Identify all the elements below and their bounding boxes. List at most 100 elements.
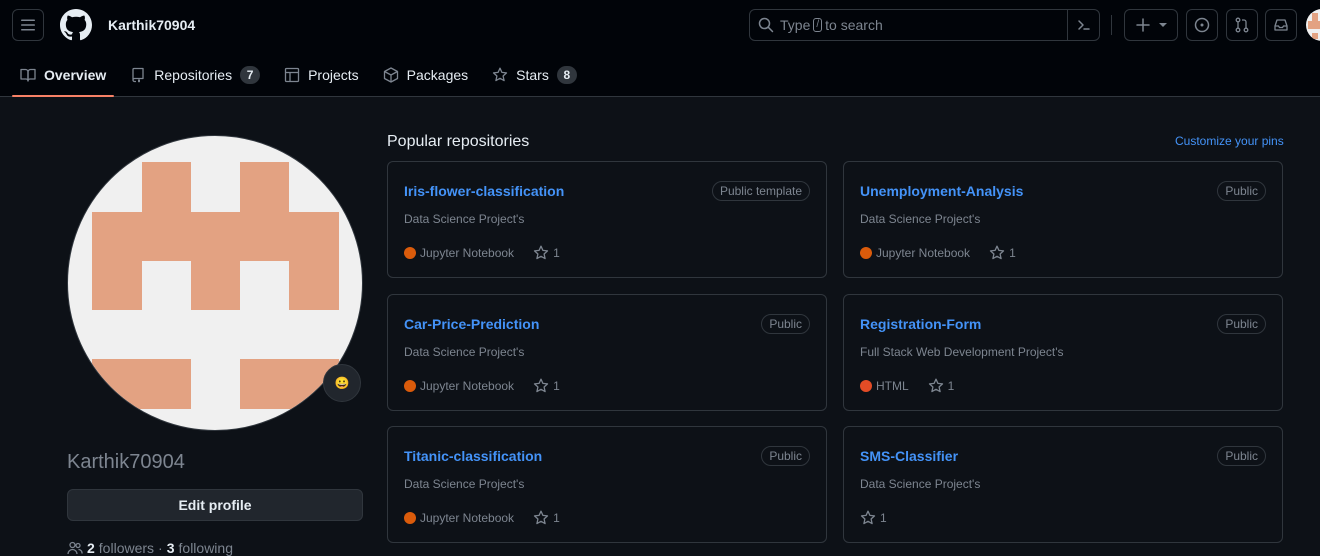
menu-icon xyxy=(21,19,35,31)
repositories-count: 7 xyxy=(240,65,261,84)
visibility-badge: Public xyxy=(761,314,810,334)
smiley-icon: 😀 xyxy=(334,376,350,390)
visibility-badge: Public xyxy=(1217,446,1266,466)
repo-language: Jupyter Notebook xyxy=(420,379,515,393)
tab-label: Stars xyxy=(516,66,549,83)
repo-name-link[interactable]: Iris-flower-classification xyxy=(404,183,564,199)
caret-down-icon xyxy=(1159,23,1167,27)
repo-name-link[interactable]: Titanic-classification xyxy=(404,448,542,464)
header-divider xyxy=(1111,15,1112,35)
plus-icon xyxy=(1136,18,1150,32)
language-color-dot xyxy=(404,247,416,259)
language-color-dot xyxy=(404,512,416,524)
git-pull-request-icon xyxy=(1235,17,1249,33)
language-color-dot xyxy=(860,380,872,392)
repo-language: HTML xyxy=(876,379,909,393)
star-icon xyxy=(533,378,549,393)
customize-pins-link[interactable]: Customize your pins xyxy=(1175,134,1284,148)
inbox-icon xyxy=(1274,19,1288,31)
identicon-avatar-icon xyxy=(92,162,339,409)
repo-stars-link[interactable]: 1 xyxy=(533,378,560,394)
repo-card: Car-Price-Prediction Public Data Science… xyxy=(387,294,827,411)
repo-description: Data Science Project's xyxy=(404,477,525,491)
star-icon xyxy=(860,510,876,525)
github-logo-icon[interactable] xyxy=(60,9,92,41)
stars-count: 8 xyxy=(556,65,577,84)
issues-button[interactable] xyxy=(1186,9,1218,41)
repo-stars-link[interactable]: 1 xyxy=(533,510,560,526)
repo-description: Data Science Project's xyxy=(860,477,981,491)
following-label[interactable]: following xyxy=(179,540,233,556)
repo-meta: Jupyter Notebook 1 xyxy=(404,378,560,394)
repo-card: SMS-Classifier Public Data Science Proje… xyxy=(843,426,1283,543)
hamburger-menu-button[interactable] xyxy=(12,9,44,41)
repo-language: Jupyter Notebook xyxy=(420,511,515,525)
star-count: 1 xyxy=(880,511,887,525)
star-count: 1 xyxy=(553,511,560,525)
visibility-badge: Public template xyxy=(711,181,810,201)
repo-description: Data Science Project's xyxy=(404,345,525,359)
tab-packages[interactable]: Packages xyxy=(375,52,476,97)
language-color-dot xyxy=(860,247,872,259)
tab-stars[interactable]: Stars 8 xyxy=(484,52,585,97)
header-username[interactable]: Karthik70904 xyxy=(108,17,195,33)
star-icon xyxy=(493,67,508,81)
search-input[interactable]: Type / to search xyxy=(749,9,1100,41)
repo-description: Data Science Project's xyxy=(404,212,525,226)
star-count: 1 xyxy=(947,379,955,393)
identicon-avatar-icon xyxy=(1308,13,1320,39)
repo-name-link[interactable]: Unemployment-Analysis xyxy=(860,183,1023,199)
repo-name-link[interactable]: Car-Price-Prediction xyxy=(404,316,539,332)
tab-label: Projects xyxy=(308,66,359,83)
book-icon xyxy=(20,68,36,82)
repo-meta: Jupyter Notebook 1 xyxy=(860,245,1016,261)
repo-stars-link[interactable]: 1 xyxy=(928,378,955,394)
following-count[interactable]: 3 xyxy=(167,540,175,556)
search-shortcut-key: / xyxy=(813,18,823,32)
repo-language: Jupyter Notebook xyxy=(876,246,971,260)
package-icon xyxy=(383,66,398,83)
tab-label: Overview xyxy=(44,66,107,83)
star-count: 1 xyxy=(553,246,560,260)
visibility-badge: Public xyxy=(1217,314,1266,334)
repo-description: Full Stack Web Development Project's xyxy=(860,345,1064,359)
tab-repositories[interactable]: Repositories 7 xyxy=(122,52,268,97)
repo-name-link[interactable]: SMS-Classifier xyxy=(860,448,958,464)
inbox-button[interactable] xyxy=(1265,9,1297,41)
search-prefix: Type xyxy=(780,17,811,33)
edit-profile-button[interactable]: Edit profile xyxy=(67,489,363,521)
set-status-button[interactable]: 😀 xyxy=(323,364,361,402)
top-header: Karthik70904 Type / to search Overview R… xyxy=(0,0,1320,97)
profile-avatar[interactable] xyxy=(67,135,363,431)
followers-count[interactable]: 2 xyxy=(87,540,95,556)
command-palette-button[interactable] xyxy=(1067,10,1099,40)
tab-overview[interactable]: Overview xyxy=(12,52,115,97)
terminal-icon xyxy=(1077,20,1090,30)
search-icon xyxy=(758,17,774,33)
repo-stars-link[interactable]: 1 xyxy=(533,245,560,261)
followers-label[interactable]: followers xyxy=(99,540,154,556)
repo-card: Registration-Form Public Full Stack Web … xyxy=(843,294,1283,411)
pull-requests-button[interactable] xyxy=(1226,9,1258,41)
star-icon xyxy=(533,510,549,525)
profile-tabs: Overview Repositories 7 Projects Package… xyxy=(12,52,593,97)
repo-stars-link[interactable]: 1 xyxy=(989,245,1016,261)
people-icon xyxy=(67,541,83,555)
follow-separator: · xyxy=(158,540,163,556)
repo-name-link[interactable]: Registration-Form xyxy=(860,316,981,332)
repo-language: Jupyter Notebook xyxy=(420,246,515,260)
repo-stars-link[interactable]: 1 xyxy=(860,510,887,526)
tab-projects[interactable]: Projects xyxy=(276,52,367,97)
create-new-button[interactable] xyxy=(1124,9,1178,41)
visibility-badge: Public xyxy=(761,446,810,466)
star-count: 1 xyxy=(553,379,560,393)
search-suffix: to search xyxy=(825,17,883,33)
repo-meta: Jupyter Notebook 1 xyxy=(404,245,560,261)
user-avatar-menu[interactable] xyxy=(1306,9,1320,41)
issue-opened-icon xyxy=(1194,17,1210,33)
popular-repos-title: Popular repositories xyxy=(387,133,530,150)
tab-label: Repositories xyxy=(154,66,233,83)
tab-label: Packages xyxy=(406,66,469,83)
star-count: 1 xyxy=(1009,246,1016,260)
profile-username: Karthik70904 xyxy=(67,451,185,473)
